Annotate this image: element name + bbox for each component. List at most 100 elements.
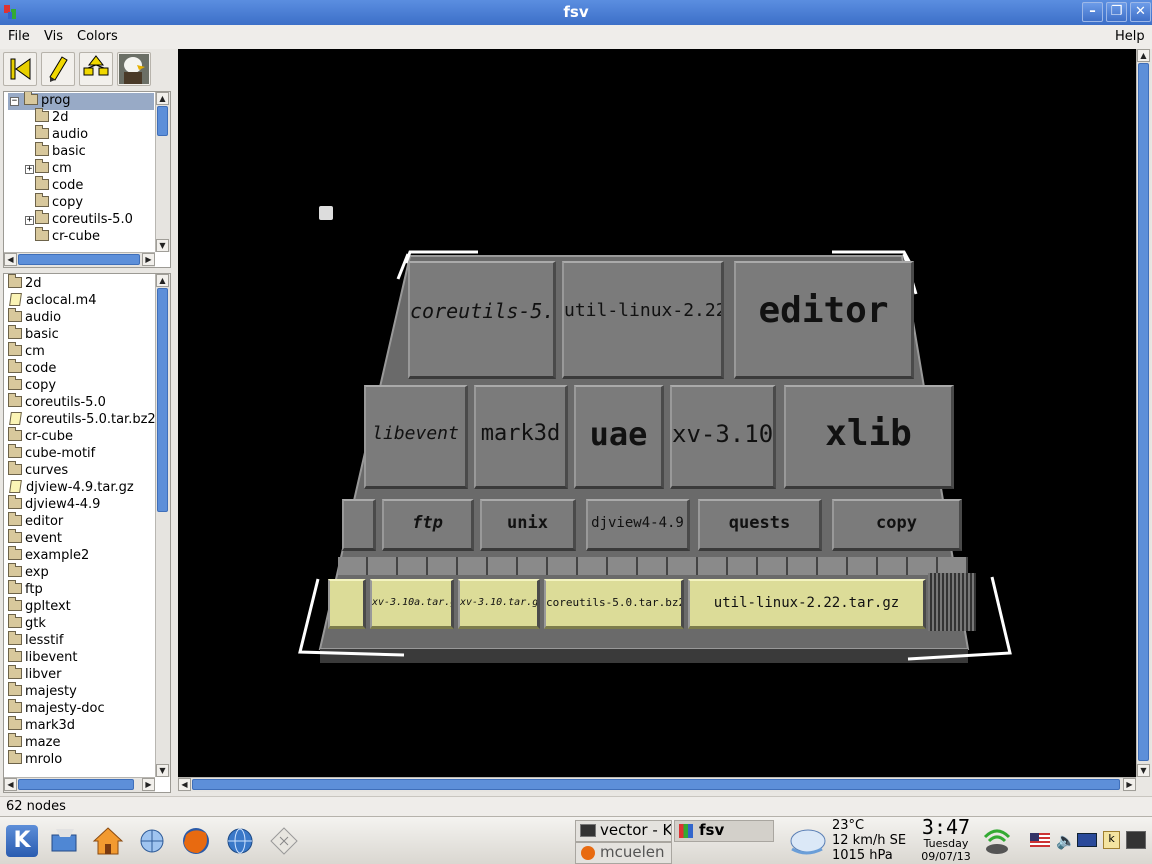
file-list-item[interactable]: curves xyxy=(8,461,68,480)
network-monitor-icon[interactable] xyxy=(1126,831,1146,849)
node-mark3d[interactable]: mark3d xyxy=(474,385,568,489)
volume-icon[interactable]: 🔈 xyxy=(1056,831,1076,850)
wireless-icon[interactable] xyxy=(980,823,1014,857)
file-list-vscroll[interactable]: ▲ ▼ xyxy=(155,274,170,777)
scroll-up-arrow-icon[interactable]: ▲ xyxy=(156,274,169,287)
file-list-hscroll[interactable]: ◀ ▶ xyxy=(4,777,155,792)
file-list-item[interactable]: lesstif xyxy=(8,631,63,650)
node-util-linux-2.22[interactable]: util-linux-2.22 xyxy=(562,261,724,379)
node-uae[interactable]: uae xyxy=(574,385,664,489)
scroll-thumb[interactable] xyxy=(192,779,1120,790)
file-list-item[interactable]: cube-motif xyxy=(8,444,95,463)
tree-expand-toggle[interactable]: + xyxy=(25,216,34,225)
klipper-icon[interactable]: k xyxy=(1103,831,1120,849)
node-copy[interactable]: copy xyxy=(832,499,962,551)
file-list-item[interactable]: coreutils-5.0.tar.bz2 xyxy=(8,412,156,429)
menu-help[interactable]: Help xyxy=(1115,29,1145,44)
node-editor[interactable]: editor xyxy=(734,261,914,379)
viewport-vscroll[interactable]: ▲ ▼ xyxy=(1136,49,1151,777)
globe-icon[interactable] xyxy=(224,825,256,857)
file-list-item[interactable]: djview4-4.9 xyxy=(8,495,100,514)
node-coreutils-5.0.tar.bz2[interactable]: coreutils-5.0.tar.bz2 xyxy=(544,579,684,629)
scroll-down-arrow-icon[interactable]: ▼ xyxy=(156,764,169,777)
task-fsv[interactable]: fsv xyxy=(674,820,774,842)
file-list-item[interactable]: libevent xyxy=(8,648,78,667)
scroll-left-arrow-icon[interactable]: ◀ xyxy=(4,253,17,266)
file-list-item[interactable]: coreutils-5.0 xyxy=(8,393,106,412)
file-list-item[interactable]: event xyxy=(8,529,62,548)
scroll-right-arrow-icon[interactable]: ▶ xyxy=(1123,778,1136,791)
scroll-right-arrow-icon[interactable]: ▶ xyxy=(142,253,155,266)
us-flag-keyboard-icon[interactable] xyxy=(1030,833,1050,847)
node-xlib[interactable]: xlib xyxy=(784,385,954,489)
node-small-dir[interactable] xyxy=(342,499,376,551)
file-list-item[interactable]: mark3d xyxy=(8,716,75,735)
tree-expand-toggle[interactable]: + xyxy=(25,165,34,174)
node-util-linux-2.22.tar.gz[interactable]: util-linux-2.22.tar.gz xyxy=(688,579,926,629)
back-to-root-button[interactable] xyxy=(3,52,37,86)
node-djview4-4.9[interactable]: djview4-4.9 xyxy=(586,499,690,551)
tree-collapse-toggle[interactable]: − xyxy=(10,97,19,106)
scroll-down-arrow-icon[interactable]: ▼ xyxy=(1137,764,1150,777)
weather-cloud-icon[interactable] xyxy=(786,823,828,859)
file-list-item[interactable]: example2 xyxy=(8,546,89,565)
desktop-icon[interactable] xyxy=(48,825,80,857)
task-mcuelen[interactable]: mcuelen xyxy=(575,842,672,864)
close-button[interactable]: ✕ xyxy=(1130,2,1151,22)
scroll-right-arrow-icon[interactable]: ▶ xyxy=(142,778,155,791)
tree-row-root[interactable]: − prog xyxy=(8,92,154,110)
scroll-thumb[interactable] xyxy=(1138,63,1149,761)
scroll-left-arrow-icon[interactable]: ◀ xyxy=(178,778,191,791)
firefox-icon[interactable] xyxy=(180,825,212,857)
weather-widget[interactable]: 23°C 12 km/h SE 1015 hPa xyxy=(832,818,906,863)
file-list-item[interactable]: gpltext xyxy=(8,597,71,616)
scroll-thumb[interactable] xyxy=(18,779,134,790)
cd-button[interactable] xyxy=(41,52,75,86)
title-bar[interactable]: fsv – ❐ ✕ xyxy=(0,0,1152,25)
scroll-thumb[interactable] xyxy=(157,288,168,512)
birdseye-view-button[interactable] xyxy=(117,52,151,86)
file-list-item[interactable]: majesty-doc xyxy=(8,699,105,718)
scroll-up-arrow-icon[interactable]: ▲ xyxy=(156,92,169,105)
kde-menu-icon[interactable]: K xyxy=(6,825,38,857)
viewport-hscroll[interactable]: ◀ ▶ xyxy=(178,777,1136,792)
file-list-item[interactable]: djview-4.9.tar.gz xyxy=(8,480,134,497)
scroll-thumb[interactable] xyxy=(157,106,168,136)
file-list-item[interactable]: aclocal.m4 xyxy=(8,293,96,310)
node-small-file[interactable] xyxy=(328,579,366,629)
dir-tree-hscroll[interactable]: ◀ ▶ xyxy=(4,252,155,267)
file-list-item[interactable]: 2d xyxy=(8,274,42,293)
minimize-button[interactable]: – xyxy=(1082,2,1103,22)
many-small-files-block[interactable] xyxy=(928,573,976,631)
3d-viewport[interactable]: coreutils-5.0 util-linux-2.22 editor lib… xyxy=(178,49,1136,777)
node-quests[interactable]: quests xyxy=(698,499,822,551)
display-icon[interactable] xyxy=(1077,833,1097,847)
home-icon[interactable] xyxy=(92,825,124,857)
scroll-up-arrow-icon[interactable]: ▲ xyxy=(1137,49,1150,62)
node-xv-3.10a.tar.gz[interactable]: xv-3.10a.tar.gz xyxy=(370,579,454,629)
task-vector[interactable]: vector - K xyxy=(575,820,672,842)
menu-vis[interactable]: Vis xyxy=(44,29,63,44)
node-xv-3.10.tar.gz[interactable]: xv-3.10.tar.gz xyxy=(458,579,540,629)
file-list-item[interactable]: editor xyxy=(8,512,63,531)
parent-dir-button[interactable] xyxy=(79,52,113,86)
node-xv-3.10[interactable]: xv-3.10 xyxy=(670,385,776,489)
scroll-down-arrow-icon[interactable]: ▼ xyxy=(156,239,169,252)
restore-button[interactable]: ❐ xyxy=(1106,2,1127,22)
dir-tree-vscroll[interactable]: ▲ ▼ xyxy=(155,92,170,252)
clock-widget[interactable]: 3:47 Tuesday 09/07/13 xyxy=(918,817,974,863)
file-list-item[interactable]: mrolo xyxy=(8,750,62,769)
node-libevent[interactable]: libevent xyxy=(364,385,468,489)
file-list-item[interactable]: majesty xyxy=(8,682,77,701)
node-unix[interactable]: unix xyxy=(480,499,576,551)
scroll-thumb[interactable] xyxy=(18,254,140,265)
tiny-dirs-strip[interactable] xyxy=(338,557,968,575)
menu-file[interactable]: File xyxy=(8,29,30,44)
file-list-item[interactable]: cr-cube xyxy=(8,427,73,446)
kate-icon[interactable] xyxy=(268,825,300,857)
network-browser-icon[interactable] xyxy=(136,825,168,857)
scroll-left-arrow-icon[interactable]: ◀ xyxy=(4,778,17,791)
menu-colors[interactable]: Colors xyxy=(77,29,118,44)
file-list-item[interactable]: libver xyxy=(8,665,62,684)
node-coreutils-5.0[interactable]: coreutils-5.0 xyxy=(408,261,556,379)
